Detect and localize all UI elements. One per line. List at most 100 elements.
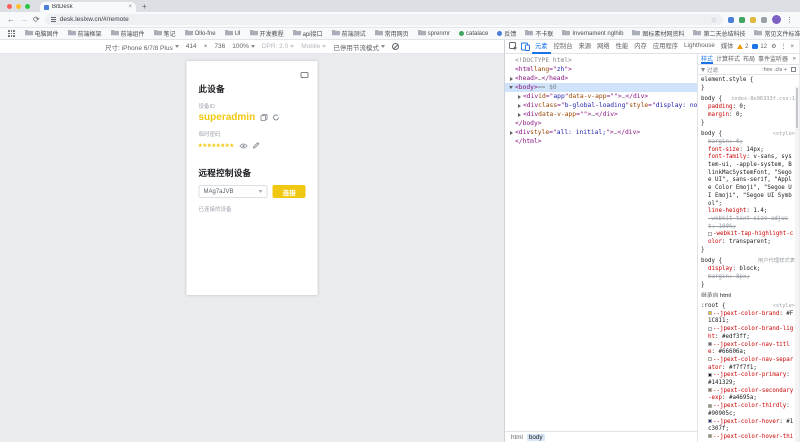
devtools-menu-icon[interactable]: ⋮ [780,43,786,50]
color-swatch[interactable] [708,388,712,392]
color-swatch[interactable] [708,373,712,377]
dom-tree-row[interactable]: <div style="all: initial;">…</div> [505,128,697,137]
device-toolbar-item[interactable]: 已停用节流模式 [333,42,385,52]
grid-toggle-icon[interactable] [791,67,796,72]
extension-gray-icon[interactable] [761,17,767,23]
dom-tree-row[interactable]: <!DOCTYPE html> [505,56,697,65]
css-property[interactable]: --jpext-color-primary: #141329; [701,372,795,387]
dom-tree-row[interactable]: <div data-v-app="">…</div> [505,110,697,119]
remote-device-select[interactable]: MAg7aJVB [199,185,268,198]
back-icon[interactable]: ← [7,16,15,24]
css-property[interactable]: margin: 0; [701,112,795,120]
device-toolbar-item[interactable]: DPR: 2.0 [262,43,294,50]
styles-tab-样式[interactable]: 样式 [701,54,713,64]
close-window-button[interactable] [7,4,12,9]
bookmark-item[interactable]: Invernament nglhib [562,29,623,38]
profile-avatar[interactable] [772,15,781,24]
css-property[interactable]: --jpext-color-thirdly: #90905c; [701,403,795,418]
devtools-tab-元素[interactable]: 元素 [532,40,551,54]
bookmark-item[interactable]: UI [225,29,241,38]
css-property[interactable]: padding: 0; [701,104,795,112]
dom-tree-row[interactable]: </body> [505,119,697,128]
browser-menu-icon[interactable]: ⋮ [786,16,793,24]
bookmark-item[interactable]: catalace [459,31,488,37]
tree-arrow-icon[interactable] [515,113,523,117]
devtools-tab-媒体[interactable]: 媒体 [718,40,736,54]
more-tabs-icon[interactable]: » [793,54,796,64]
css-property[interactable]: --jpext-color-nav-title: #66606a; [701,342,795,357]
tree-arrow-icon[interactable] [507,86,515,89]
device-toolbar-item[interactable]: Mobile [301,43,326,50]
color-swatch[interactable] [708,419,712,423]
stylesheet-source-link[interactable]: <style> [773,131,795,139]
new-tab-button[interactable]: + [142,2,147,12]
stylesheet-source-link[interactable]: <style> [773,303,795,311]
devtools-tab-内存[interactable]: 内存 [631,40,650,54]
site-settings-icon[interactable] [51,17,56,22]
style-toggles[interactable]: :hov .cls + [762,67,787,73]
bookmark-star-icon[interactable]: ☆ [711,16,717,24]
tree-arrow-icon[interactable] [515,95,523,99]
styles-tab-布局[interactable]: 布局 [743,54,755,64]
css-property[interactable]: font-size: 14px; [701,147,795,155]
bookmark-item[interactable]: sprenrnr [418,29,450,38]
css-property[interactable]: line-height: 1.4; [701,208,795,216]
devtools-close-icon[interactable]: × [790,44,794,50]
color-swatch[interactable] [708,357,712,361]
color-swatch[interactable] [708,327,712,331]
refresh-icon[interactable] [272,114,279,121]
css-property[interactable]: -webkit-tap-highlight-color: transparent… [701,231,795,246]
styles-tab-计算样式[interactable]: 计算样式 [716,54,740,64]
message-icon[interactable] [301,66,309,84]
bookmark-item[interactable]: 前端组件 [111,29,145,38]
edit-icon[interactable] [253,142,260,149]
device-toolbar-item[interactable]: 100% [232,43,255,50]
bookmark-item[interactable]: 常见文件标准 [754,29,800,38]
color-swatch[interactable] [708,232,712,236]
css-property[interactable]: --jpext-color-secondary-exp: #a4695a; [701,388,795,403]
styles-scrollbar[interactable] [795,86,799,442]
devtools-tab-应用程序[interactable]: 应用程序 [650,40,681,54]
extension-yellow-icon[interactable] [750,17,756,23]
dom-tree-row[interactable]: <body> == $0 [505,83,697,92]
css-property[interactable]: --jpext-color-brand: #F1C811; [701,311,795,326]
maximize-window-button[interactable] [25,4,30,9]
bookmark-item[interactable]: 第二天总结科技 [693,29,745,38]
devtools-tab-性能[interactable]: 性能 [613,40,632,54]
connect-button[interactable]: 连接 [273,185,306,198]
css-property[interactable]: font-family: v-sans, system-ui, -apple-s… [701,154,795,208]
breadcrumb-html[interactable]: html [509,434,525,441]
bookmark-item[interactable]: api接口 [293,29,323,38]
reload-icon[interactable]: ⟳ [33,16,40,24]
inspect-element-icon[interactable] [508,41,519,52]
breadcrumb-body[interactable]: body [527,434,545,441]
eye-icon[interactable] [240,143,248,149]
apps-grid-icon[interactable] [8,30,15,37]
devtools-tab-来源[interactable]: 来源 [575,40,594,54]
tree-arrow-icon[interactable] [507,131,515,135]
css-property[interactable]: --jpext-color-hover: #1c307f; [701,419,795,434]
css-property[interactable]: margin: 0; [701,139,795,147]
extension-blue-icon[interactable] [728,17,734,23]
connected-devices-link[interactable]: 已连接的设备 [199,205,306,213]
dom-tree-row[interactable]: <html lang="zh"> [505,65,697,74]
device-toolbar-item[interactable]: 尺寸: iPhone 6/7/8 Plus [105,42,179,52]
browser-tab[interactable]: BitDesk × [40,2,136,12]
color-swatch[interactable] [708,311,712,315]
dom-tree-row[interactable]: <head>…</head> [505,74,697,83]
tab-close-icon[interactable]: × [128,4,132,10]
extension-green-icon[interactable] [739,17,745,23]
forward-icon[interactable]: → [20,16,28,24]
bookmark-item[interactable]: 电脑固件 [25,29,59,38]
bookmark-item[interactable]: 笔记 [154,29,176,38]
css-property[interactable]: display: block; [701,266,795,274]
styles-tab-事件监听器[interactable]: 事件监听器 [758,54,788,64]
url-text[interactable]: desk.leslxw.cn/#/remote [60,16,707,23]
warning-icon[interactable] [737,44,743,49]
tree-arrow-icon[interactable] [507,77,515,81]
filter-placeholder[interactable]: 过滤 [707,66,718,74]
css-property[interactable]: --jpext-color-brand-light: #edf3ff; [701,326,795,341]
devtools-tab-控制台[interactable]: 控制台 [551,40,576,54]
stylesheet-source-link[interactable]: 用户代理样式表 [758,258,795,266]
throttle-disabled-icon[interactable] [392,43,399,50]
